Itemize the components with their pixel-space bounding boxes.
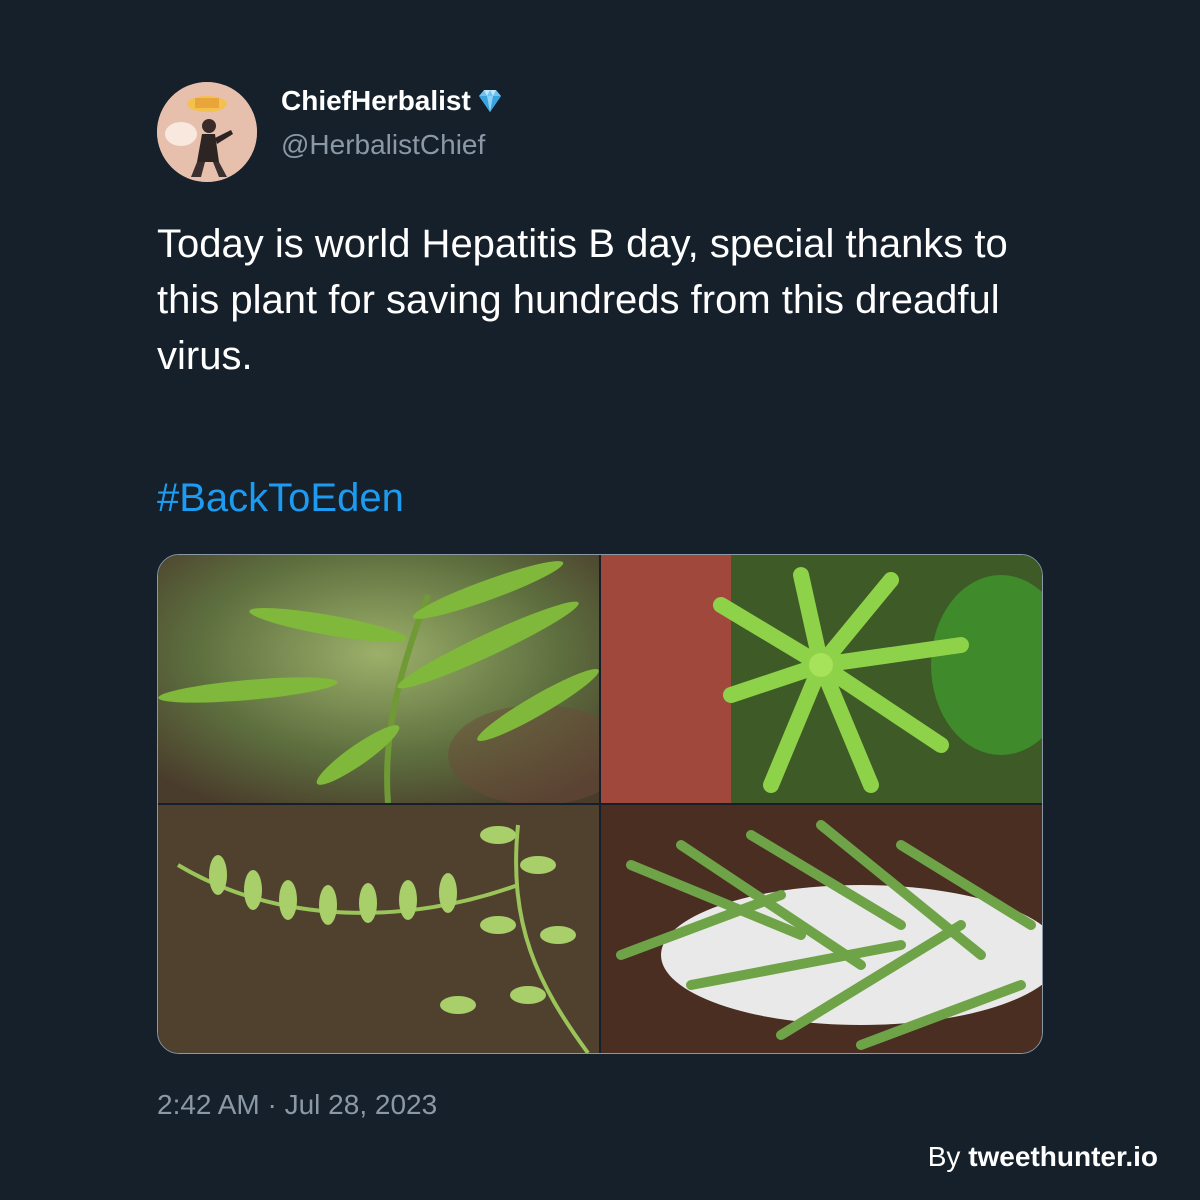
avatar[interactable] xyxy=(157,82,257,182)
display-name-text: ChiefHerbalist xyxy=(281,85,471,116)
tweet-card: ChiefHerbalist @HerbalistChief Today is … xyxy=(0,0,1200,1200)
credit-prefix: By xyxy=(927,1141,969,1172)
tweet-text: Today is world Hepatitis B day, special … xyxy=(157,222,1008,378)
avatar-illustration xyxy=(157,82,257,182)
media-image-1[interactable] xyxy=(158,555,599,803)
credit-brand: tweethunter.io xyxy=(968,1141,1158,1172)
display-name[interactable]: ChiefHerbalist xyxy=(281,84,505,118)
media-image-4[interactable] xyxy=(601,805,1042,1053)
media-image-2[interactable] xyxy=(601,555,1042,803)
credit-watermark: By tweethunter.io xyxy=(928,1140,1158,1174)
media-grid xyxy=(157,554,1043,1054)
gem-icon xyxy=(475,87,505,115)
media-image-3[interactable] xyxy=(158,805,599,1053)
user-handle[interactable]: @HerbalistChief xyxy=(281,128,485,162)
tweet-timestamp[interactable]: 2:42 AM · Jul 28, 2023 xyxy=(157,1088,437,1122)
hashtag-link[interactable]: #BackToEden xyxy=(157,470,404,526)
